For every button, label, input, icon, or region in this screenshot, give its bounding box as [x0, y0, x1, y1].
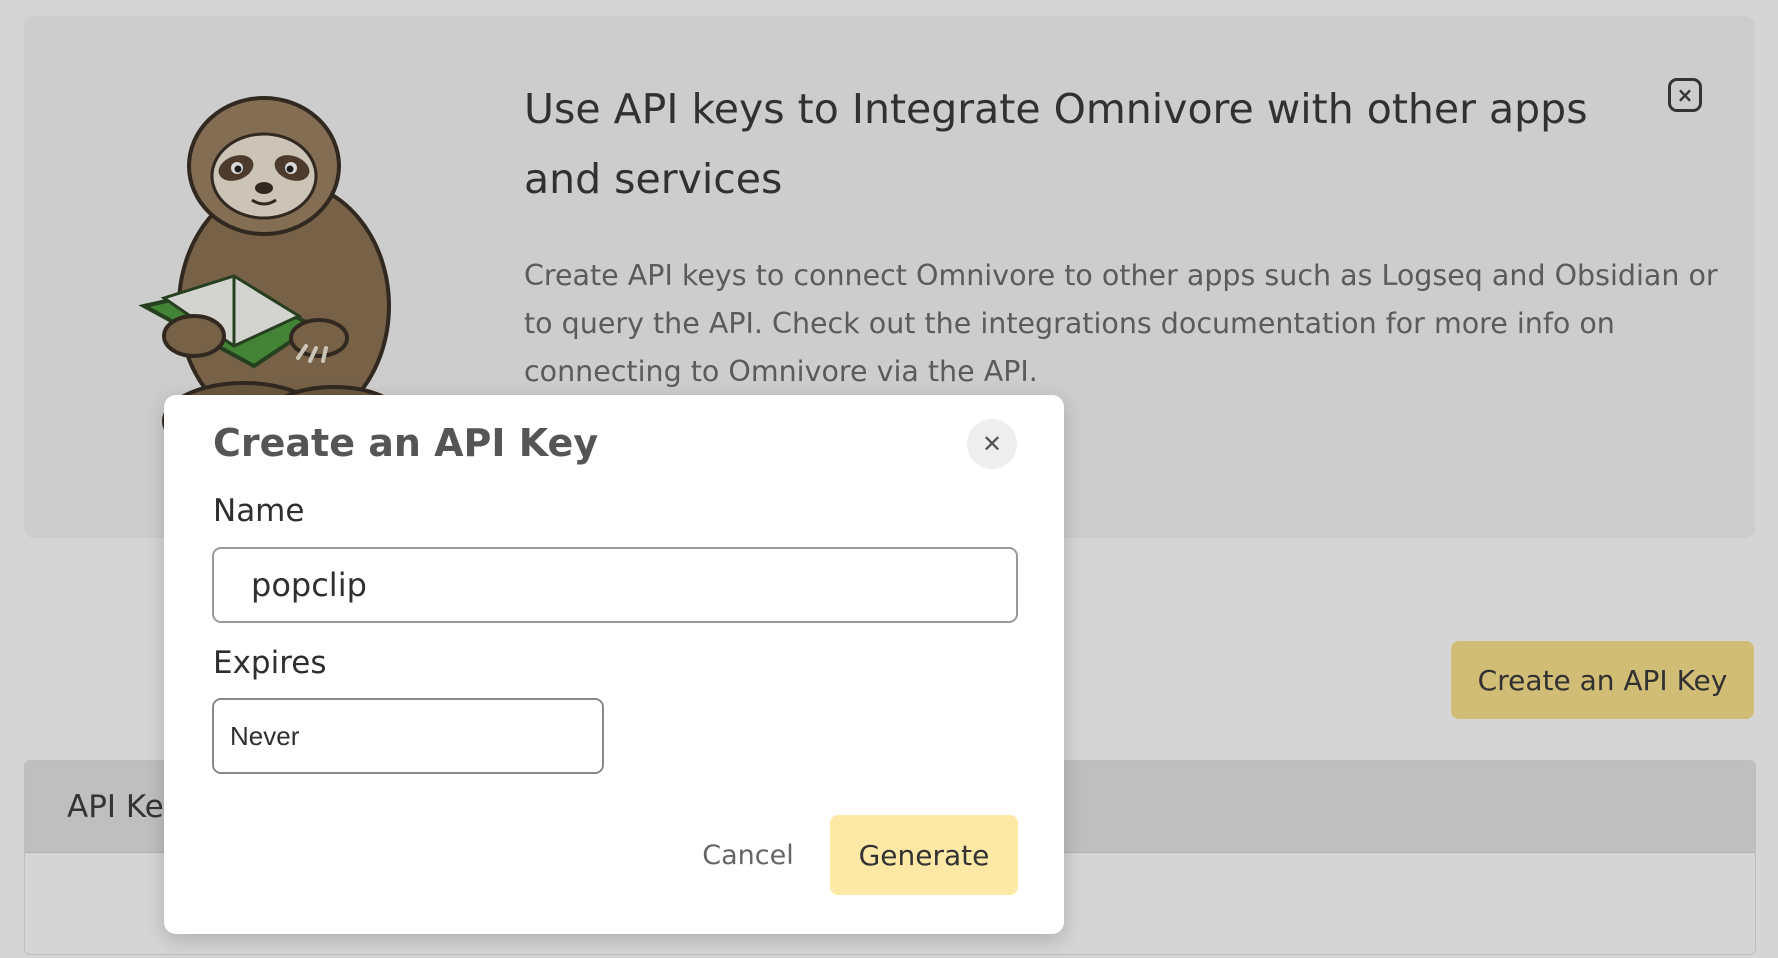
- name-input[interactable]: [212, 547, 1018, 623]
- expires-label: Expires: [213, 645, 327, 681]
- dialog-title: Create an API Key: [213, 421, 599, 465]
- expires-select[interactable]: Never: [212, 698, 604, 774]
- create-api-key-dialog: Create an API Key ✕ Name Expires Never C…: [164, 395, 1064, 934]
- generate-button[interactable]: Generate: [830, 815, 1018, 895]
- expires-value: Never: [230, 720, 300, 751]
- cancel-button[interactable]: Cancel: [668, 815, 828, 895]
- name-label: Name: [213, 493, 305, 529]
- close-icon[interactable]: ✕: [967, 419, 1017, 469]
